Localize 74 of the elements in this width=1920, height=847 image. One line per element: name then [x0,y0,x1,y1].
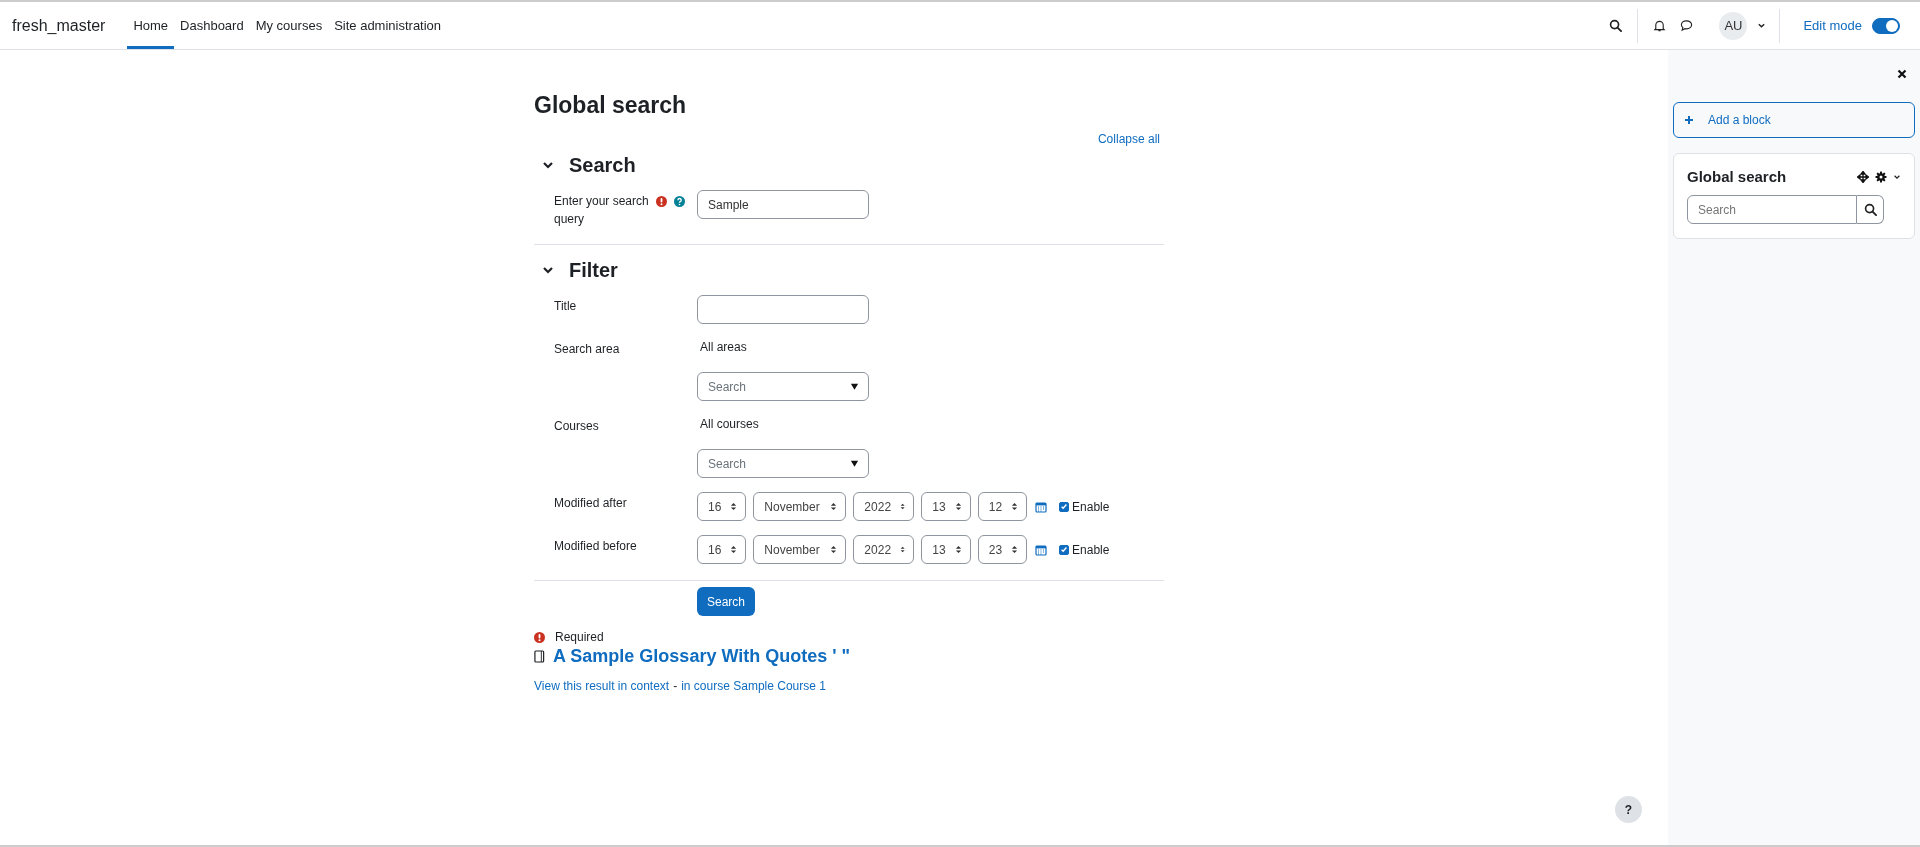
field-label: Search area [554,341,621,358]
autocomplete-field[interactable]: Search [697,372,869,401]
book-icon [534,650,545,663]
bell-icon [1653,19,1667,32]
date-select[interactable]: 12 [977,492,1028,521]
text-field[interactable] [697,295,869,324]
updown-arrow-icon [954,502,962,511]
close-icon [1897,69,1907,79]
edit-mode-label: Edit mode [1803,18,1862,33]
separator-text: - [673,679,678,693]
updown-arrow-icon [830,545,838,554]
gear-icon [1875,170,1887,183]
help-button[interactable]: ? [1615,796,1642,823]
updown-arrow-icon [900,545,906,554]
field-label: Enter your search query [554,193,650,228]
nav-link[interactable]: Dashboard [174,2,250,49]
date-select[interactable]: 13 [921,492,971,521]
result-title-link[interactable]: A Sample Glossary With Quotes ' " [553,646,851,667]
course-link[interactable]: in course Sample Course 1 [681,679,826,693]
date-select[interactable]: 2022 [853,535,915,564]
search-icon [1863,203,1877,216]
text-field[interactable]: Sample [697,190,869,219]
updown-arrow-icon [954,545,962,554]
plus-icon [1684,115,1694,125]
required-note: Required [555,630,604,644]
autocomplete-field[interactable]: Search [697,449,869,478]
updown-arrow-icon [830,502,838,511]
selection-text: All areas [699,339,748,356]
search-field[interactable]: Search [1687,195,1857,224]
updown-arrow-icon [730,545,738,554]
updown-arrow-icon [900,502,906,511]
field-label: Modified after [554,495,628,512]
site-name[interactable]: fresh_master [12,2,106,49]
nav-link[interactable]: Home [127,2,175,49]
date-select[interactable]: 16 [697,535,747,564]
exclamation-circle-icon [534,631,545,643]
section-heading[interactable]: Search [569,153,636,177]
date-select[interactable]: 23 [977,535,1028,564]
calendar-icon [1035,543,1048,556]
date-select[interactable]: 16 [697,492,747,521]
edit-mode-toggle[interactable] [1872,17,1900,34]
date-select[interactable]: 13 [921,535,971,564]
enable-checkbox[interactable] [1059,501,1070,512]
enable-checkbox[interactable] [1059,544,1070,555]
collapse-all-link[interactable]: Collapse all [1097,132,1160,146]
nav-link[interactable]: Site administration [328,2,448,49]
dropdown-triangle-icon [850,382,859,391]
date-select[interactable]: 2022 [853,492,915,521]
updown-arrow-icon [1011,502,1019,511]
page-title: Global search [534,91,688,120]
move-arrows-icon [1857,170,1869,183]
field-label: Courses [554,418,600,435]
speech-bubble-icon [1680,19,1694,32]
field-label: Modified before [554,538,638,555]
add-block-button[interactable]: Add a block [1673,102,1915,138]
context-link[interactable]: View this result in context [534,679,670,693]
nav-link[interactable]: My courses [249,2,329,49]
calendar-icon [1035,500,1048,513]
field-label: Title [554,298,578,315]
date-select[interactable]: November [753,535,847,564]
dropdown-triangle-icon [850,459,859,468]
updown-arrow-icon [730,502,738,511]
date-select[interactable]: November [753,492,847,521]
search-button[interactable] [1857,195,1884,224]
checkbox-label: Enable [1072,499,1110,514]
user-avatar[interactable]: AU [1719,11,1748,40]
updown-arrow-icon [1011,545,1019,554]
checkbox-label: Enable [1072,542,1110,557]
selection-text: All courses [699,416,760,433]
search-icon [1609,19,1623,32]
block-title: Global search [1687,168,1787,185]
chevron-down-icon [1757,21,1767,30]
section-heading[interactable]: Filter [569,258,618,282]
search-button[interactable]: Search [697,587,756,616]
